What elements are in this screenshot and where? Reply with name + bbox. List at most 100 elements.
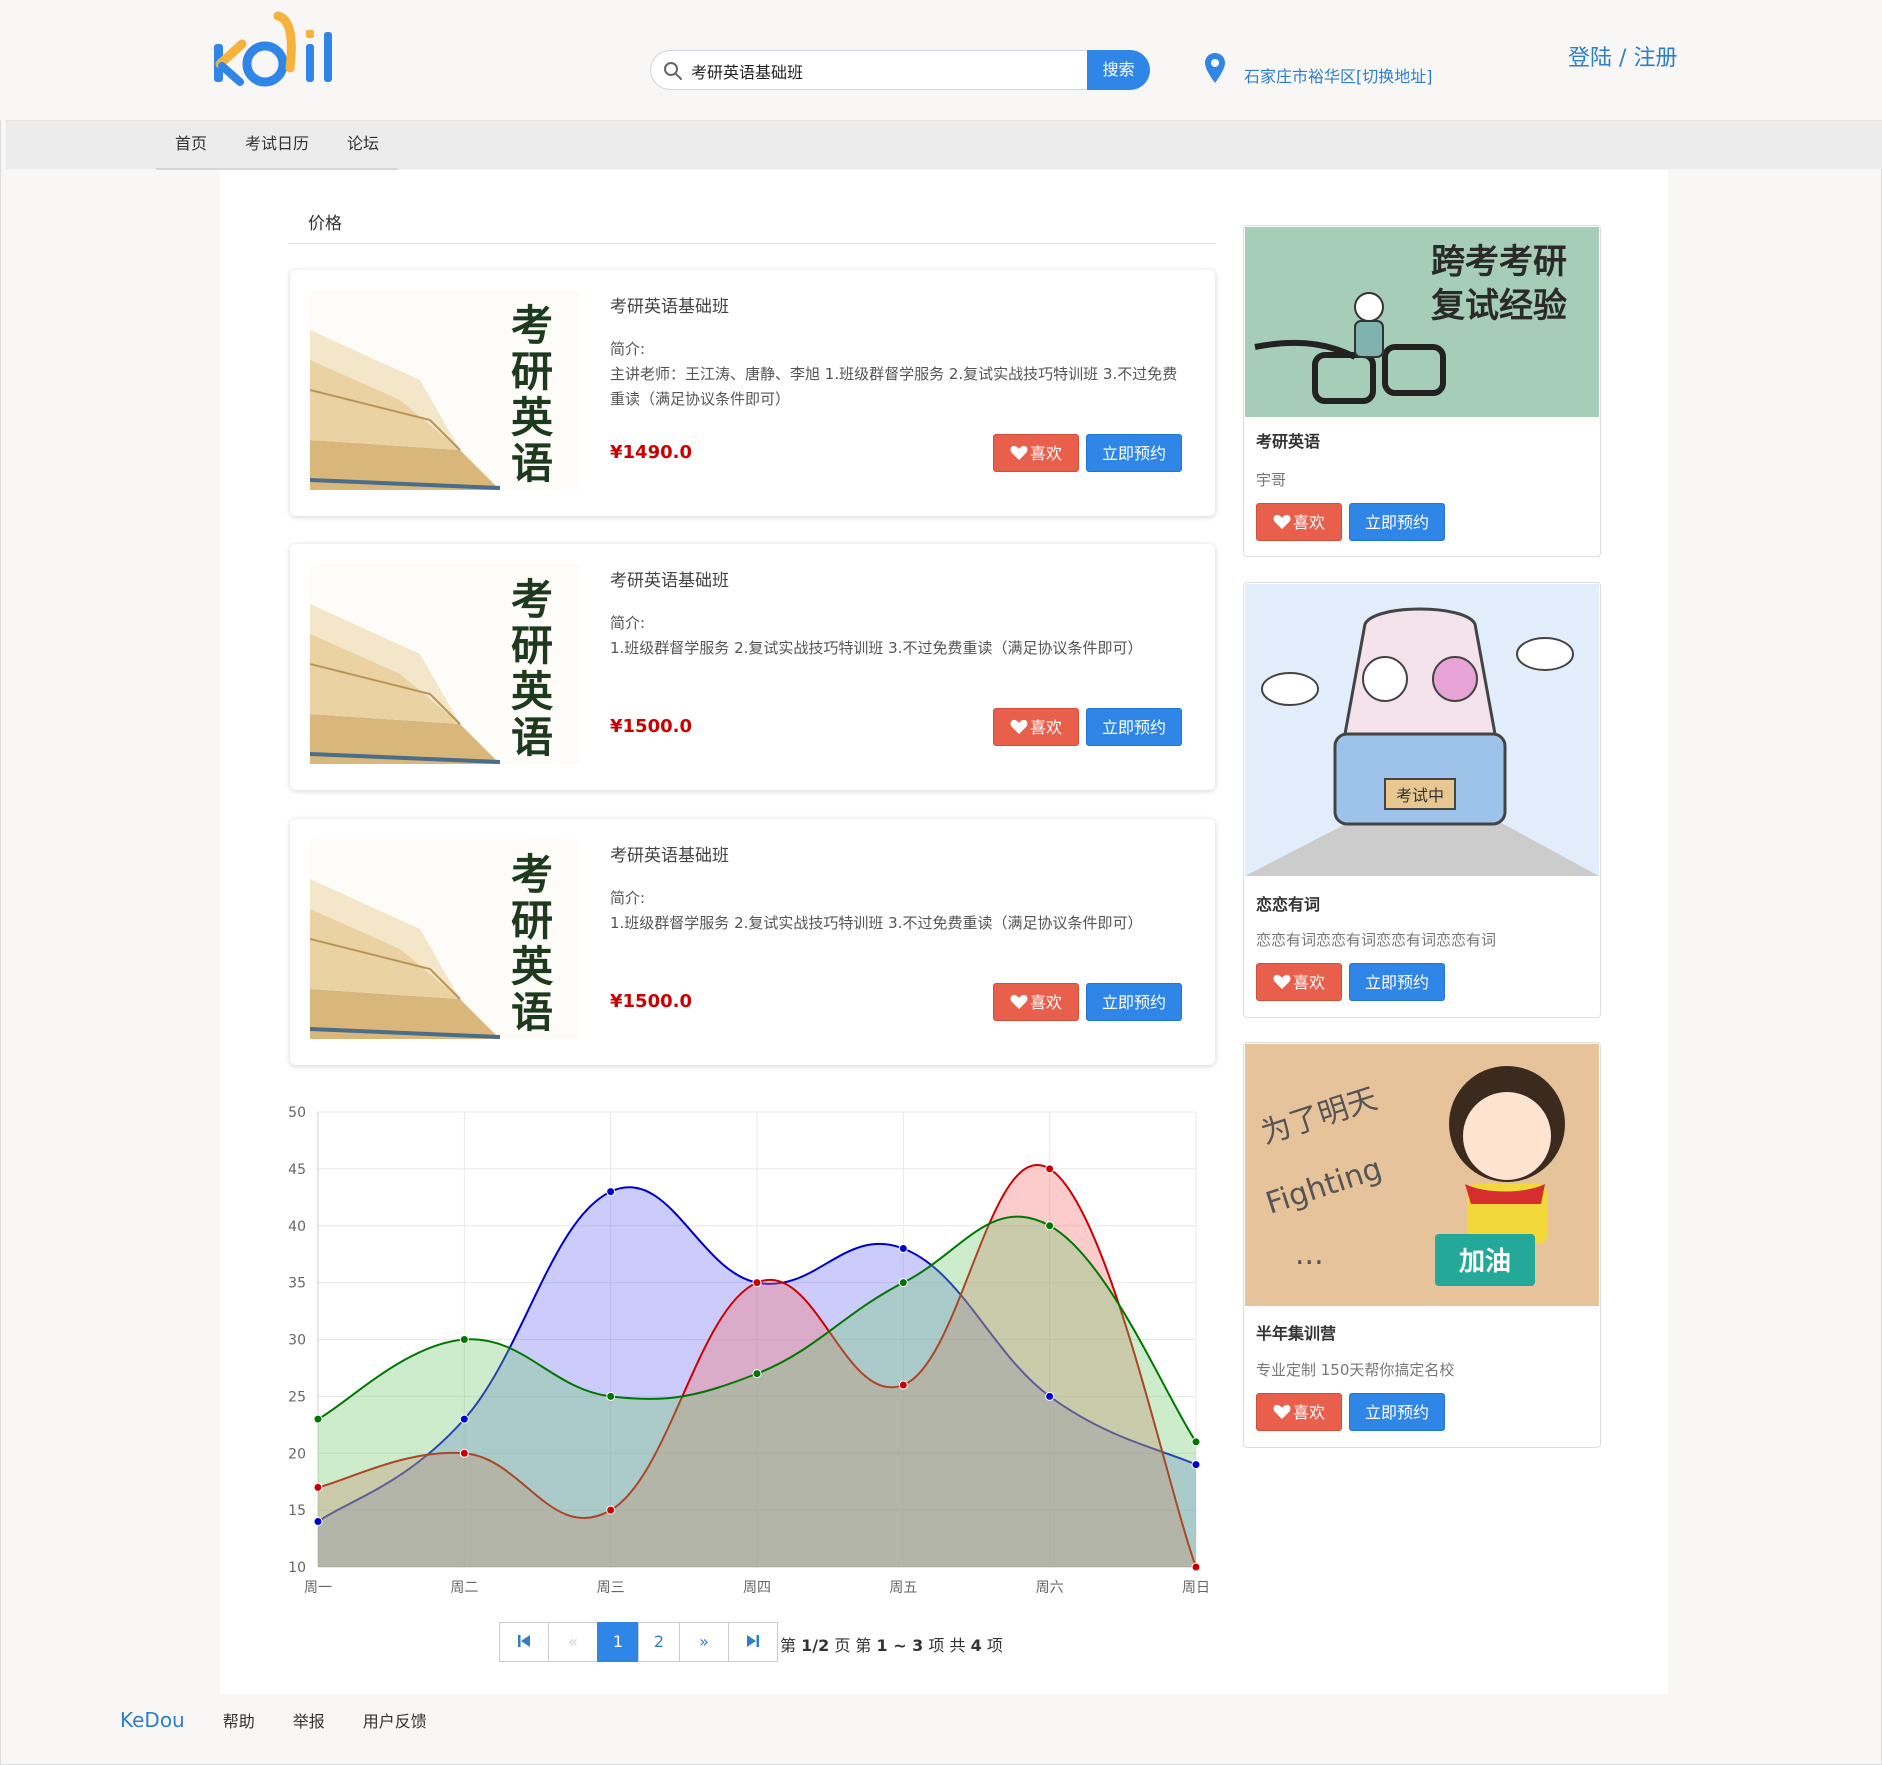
y-tick-label: 35: [288, 1276, 306, 1292]
sidebar-card-subtitle: 专业定制 150天帮你搞定名校: [1256, 1361, 1455, 1379]
x-tick-label: 周二: [450, 1580, 478, 1596]
image-caption: ...: [1295, 1237, 1324, 1272]
cover-char: 语: [511, 988, 553, 1037]
course-intro-label: 简介:: [610, 614, 646, 632]
sidebar-card-title[interactable]: 恋恋有词: [1256, 891, 1320, 915]
search-icon: [664, 62, 682, 80]
sidebar-course-card[interactable]: 跨考考研 复试经验 考研英语 宇哥 喜欢 立即预约: [1243, 225, 1601, 557]
login-link[interactable]: 登陆: [1568, 40, 1612, 72]
price-sort-tab[interactable]: 价格: [308, 209, 342, 234]
like-label: 喜欢: [1292, 1403, 1325, 1422]
like-button[interactable]: 喜欢: [1256, 503, 1342, 541]
pinfo-pre: 第: [780, 1636, 797, 1655]
sidebar-card-title[interactable]: 半年集训营: [1256, 1320, 1336, 1344]
location-switch-link[interactable]: 石家庄市裕华区[切换地址]: [1244, 63, 1433, 87]
sidebar-course-image: 跨考考研 复试经验: [1245, 227, 1599, 417]
data-point: [898, 1244, 908, 1253]
like-button[interactable]: 喜欢: [1256, 963, 1342, 1001]
sidebar-card-title[interactable]: 考研英语: [1256, 428, 1320, 452]
image-caption: 跨考考研: [1431, 242, 1567, 282]
image-caption: 复试经验: [1431, 286, 1567, 326]
x-tick-label: 周日: [1182, 1580, 1210, 1596]
footer-link-report[interactable]: 举报: [293, 1708, 325, 1732]
heart-icon: [1010, 445, 1028, 460]
book-now-button[interactable]: 立即预约: [1349, 1393, 1445, 1431]
cover-char: 研: [511, 621, 553, 670]
filter-bar: 价格: [288, 209, 1216, 244]
book-now-button[interactable]: 立即预约: [1349, 503, 1445, 541]
course-title[interactable]: 考研英语基础班: [610, 292, 729, 317]
course-card[interactable]: 考 研 英 语 考研英语基础班 简介: 1.班级群督学服务 2.复试实战技巧特训…: [290, 544, 1215, 790]
search-button[interactable]: 搜索: [1087, 50, 1150, 90]
like-button[interactable]: 喜欢: [993, 708, 1079, 746]
page-2-button[interactable]: 2: [638, 1622, 680, 1662]
book-now-button[interactable]: 立即预约: [1086, 708, 1182, 746]
cover-char: 考: [511, 850, 553, 899]
last-page-button[interactable]: [728, 1622, 778, 1662]
nav-item-exam-calendar[interactable]: 考试日历: [226, 121, 328, 168]
y-tick-label: 40: [288, 1219, 306, 1235]
page-1-button[interactable]: 1: [597, 1622, 639, 1662]
book-now-button[interactable]: 立即预约: [1349, 963, 1445, 1001]
cover-char: 语: [511, 713, 553, 762]
footer-brand[interactable]: KeDou: [120, 1708, 185, 1732]
data-point: [1045, 1221, 1055, 1231]
pinfo-mid2: 项 共: [928, 1636, 966, 1655]
like-button[interactable]: 喜欢: [1256, 1393, 1342, 1431]
x-tick-label: 周三: [597, 1580, 625, 1596]
data-point: [1191, 1437, 1201, 1447]
first-page-button[interactable]: [499, 1622, 549, 1662]
course-price: ¥1490.0: [610, 442, 692, 463]
course-price: ¥1500.0: [610, 716, 692, 737]
x-tick-label: 周六: [1036, 1580, 1064, 1596]
auth-links: 登陆 / 注册: [1568, 40, 1677, 72]
sidebar-card-subtitle: 宇哥: [1256, 471, 1287, 489]
course-description: 1.班级群督学服务 2.复试实战技巧特训班 3.不过免费重读（满足协议条件即可）: [610, 639, 1143, 657]
register-link[interactable]: 注册: [1633, 40, 1677, 72]
data-point: [606, 1505, 616, 1515]
book-now-button[interactable]: 立即预约: [1086, 434, 1182, 472]
search-input[interactable]: [689, 57, 1133, 85]
location-pin-icon: [1205, 53, 1225, 83]
nav-item-forum[interactable]: 论坛: [328, 121, 398, 168]
course-cover-image: 考 研 英 语: [310, 290, 580, 490]
nav-item-home[interactable]: 首页: [156, 121, 226, 168]
book-now-button[interactable]: 立即预约: [1086, 983, 1182, 1021]
data-point: [606, 1187, 616, 1197]
data-point: [898, 1278, 908, 1288]
data-point: [313, 1414, 323, 1424]
course-title[interactable]: 考研英语基础班: [610, 841, 729, 866]
footer-link-help[interactable]: 帮助: [223, 1708, 255, 1732]
x-tick-label: 周一: [304, 1580, 332, 1596]
course-card[interactable]: 考 研 英 语 考研英语基础班 简介: 1.班级群督学服务 2.复试实战技巧特训…: [290, 819, 1215, 1065]
course-cover-image: 考 研 英 语: [310, 839, 580, 1039]
next-page-button[interactable]: »: [679, 1622, 729, 1662]
image-caption: 考试中: [1396, 786, 1444, 805]
cover-char: 英: [511, 667, 554, 716]
like-label: 喜欢: [1029, 718, 1062, 737]
nav-menu: 首页 考试日历 论坛: [156, 121, 399, 170]
cover-char: 英: [511, 942, 554, 991]
header: 搜索 石家庄市裕华区[切换地址] 登陆 / 注册: [0, 0, 1882, 120]
data-point: [313, 1482, 323, 1492]
like-label: 喜欢: [1029, 993, 1062, 1012]
course-description: 主讲老师：王江涛、唐静、李旭 1.班级群督学服务 2.复试实战技巧特训班 3.不…: [610, 365, 1178, 408]
sidebar-course-card[interactable]: 为了明天 Fighting ... 加油 半年集训营 专业定制 150天帮你搞定…: [1243, 1042, 1601, 1448]
heart-icon: [1010, 719, 1028, 734]
course-card[interactable]: 考 研 英 语 考研英语基础班 简介: 主讲老师：王江涛、唐静、李旭 1.班级群…: [290, 270, 1215, 516]
y-tick-label: 30: [288, 1333, 306, 1349]
image-caption: 加油: [1459, 1247, 1511, 1277]
prev-page-button[interactable]: «: [548, 1622, 598, 1662]
auth-separator: /: [1619, 46, 1627, 71]
data-point: [1191, 1460, 1201, 1470]
like-button[interactable]: 喜欢: [993, 434, 1079, 472]
course-title[interactable]: 考研英语基础班: [610, 566, 729, 591]
y-tick-label: 20: [288, 1446, 306, 1462]
like-button[interactable]: 喜欢: [993, 983, 1079, 1021]
pinfo-page: 1/2: [801, 1636, 830, 1655]
data-point: [752, 1369, 762, 1379]
sidebar-course-card[interactable]: 考试中 恋恋有词 恋恋有词恋恋有词恋恋有词恋恋有词 喜欢 立即预约: [1243, 582, 1601, 1018]
data-point: [1045, 1164, 1055, 1174]
kodil-logo[interactable]: [210, 10, 360, 100]
footer-link-feedback[interactable]: 用户反馈: [363, 1708, 427, 1732]
